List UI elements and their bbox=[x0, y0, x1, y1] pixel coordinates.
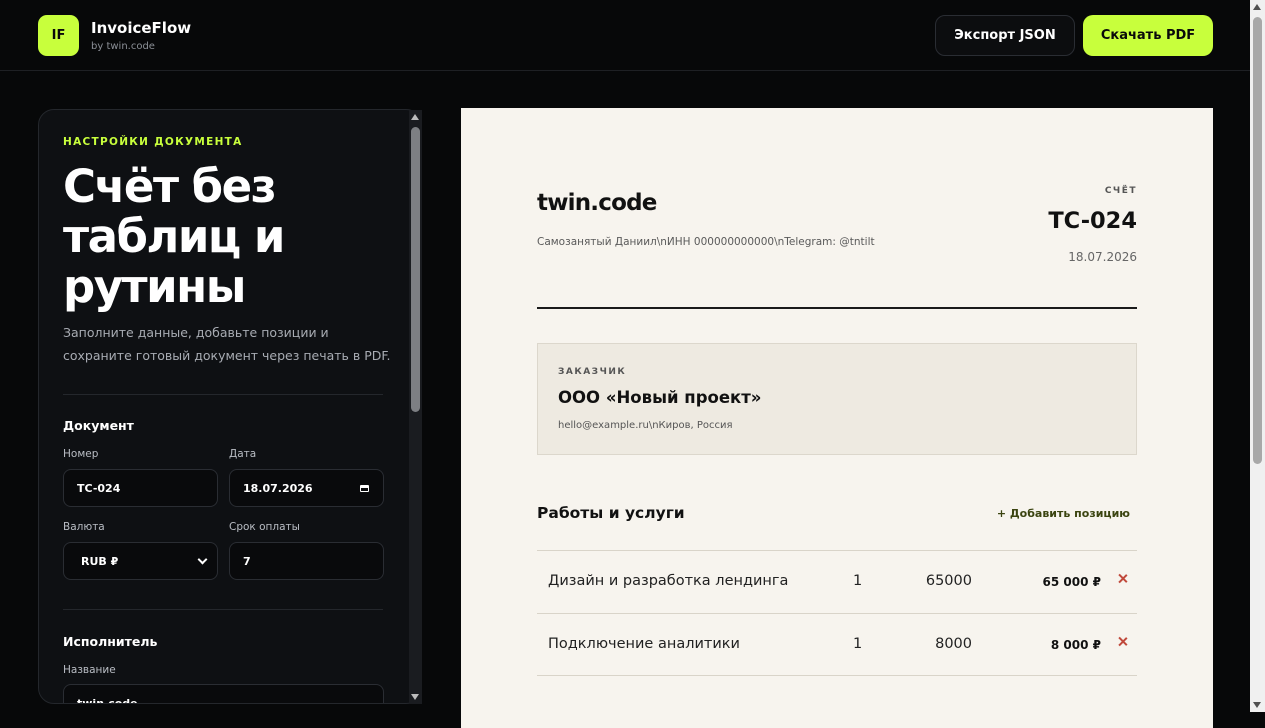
table-row: Подключение аналитики 1 8000 8 000 ₽ bbox=[537, 613, 1137, 676]
panel-scrollbar-thumb[interactable] bbox=[411, 127, 420, 412]
top-bar: IF InvoiceFlow by twin.code Экспорт JSON… bbox=[0, 0, 1250, 71]
works-title: Работы и услуги bbox=[537, 504, 685, 522]
panel-scroll-up-icon[interactable] bbox=[411, 114, 419, 120]
hero-title: Счёт без таблиц и рутины bbox=[63, 160, 285, 313]
invoice-divider bbox=[537, 307, 1137, 309]
item-total: 65 000 ₽ bbox=[1042, 575, 1101, 589]
item-price[interactable]: 8000 bbox=[935, 636, 972, 652]
item-price[interactable]: 65000 bbox=[926, 573, 972, 589]
settings-panel: НАСТРОЙКИ ДОКУМЕНТА Счёт без таблиц и ру… bbox=[38, 109, 422, 704]
executor-name-input[interactable]: twin.code bbox=[63, 684, 384, 703]
invoice-number: TC-024 bbox=[1048, 208, 1137, 234]
executor-name-label: Название bbox=[63, 664, 116, 676]
settings-panel-scrollbar[interactable] bbox=[409, 110, 422, 704]
app-logo: IF bbox=[38, 15, 79, 56]
download-pdf-button[interactable]: Скачать PDF bbox=[1083, 15, 1213, 56]
number-input[interactable]: TC-024 bbox=[63, 469, 218, 507]
app-subtitle: by twin.code bbox=[91, 41, 155, 52]
invoice-doc-label: СЧЁТ bbox=[1104, 186, 1137, 196]
payment-term-label: Срок оплаты bbox=[229, 521, 300, 533]
page-scrollbar-thumb[interactable] bbox=[1253, 17, 1262, 464]
client-card: ЗАКАЗЧИК ООО «Новый проект» hello@exampl… bbox=[537, 343, 1137, 455]
app-name: InvoiceFlow bbox=[91, 19, 192, 37]
invoice-date: 18.07.2026 bbox=[1068, 250, 1137, 264]
item-total: 8 000 ₽ bbox=[1050, 638, 1101, 652]
export-json-button[interactable]: Экспорт JSON bbox=[935, 15, 1075, 56]
hero-description: Заполните данные, добавьте позиции и сох… bbox=[63, 325, 391, 363]
settings-eyebrow: НАСТРОЙКИ ДОКУМЕНТА bbox=[63, 136, 243, 148]
executor-section-title: Исполнитель bbox=[63, 634, 158, 649]
item-qty[interactable]: 1 bbox=[853, 573, 862, 589]
date-label: Дата bbox=[229, 448, 257, 460]
payment-term-input[interactable]: 7 bbox=[229, 542, 384, 580]
item-qty[interactable]: 1 bbox=[853, 636, 862, 652]
number-label: Номер bbox=[63, 448, 99, 460]
date-value: 18.07.2026 bbox=[243, 481, 313, 495]
invoice-preview: twin.code Самозанятый Даниил\nИНН 000000… bbox=[461, 108, 1213, 728]
client-label: ЗАКАЗЧИК bbox=[558, 367, 627, 377]
delete-icon[interactable] bbox=[1117, 573, 1128, 584]
currency-value: RUB ₽ bbox=[81, 554, 119, 568]
client-contact: hello@example.ru\nКиров, Россия bbox=[558, 420, 733, 431]
chevron-down-icon[interactable] bbox=[197, 554, 208, 565]
calendar-icon[interactable] bbox=[360, 485, 369, 492]
issuer-details: Самозанятый Даниил\nИНН 000000000000\nTe… bbox=[537, 236, 875, 248]
scroll-up-arrow-icon[interactable] bbox=[1253, 4, 1261, 10]
scroll-down-arrow-icon[interactable] bbox=[1253, 702, 1261, 708]
date-input[interactable]: 18.07.2026 bbox=[229, 469, 384, 507]
currency-label: Валюта bbox=[63, 521, 105, 533]
document-section-title: Документ bbox=[63, 418, 134, 433]
panel-scroll-down-icon[interactable] bbox=[411, 694, 419, 700]
currency-select[interactable]: RUB ₽ bbox=[63, 542, 218, 580]
invoice-brand: twin.code bbox=[537, 190, 657, 216]
item-name[interactable]: Дизайн и разработка лендинга bbox=[548, 573, 788, 589]
table-row: Дизайн и разработка лендинга 1 65000 65 … bbox=[537, 550, 1137, 613]
page-scrollbar[interactable] bbox=[1250, 0, 1265, 712]
divider bbox=[63, 609, 383, 610]
item-name[interactable]: Подключение аналитики bbox=[548, 636, 740, 652]
divider bbox=[63, 394, 383, 395]
delete-icon[interactable] bbox=[1117, 636, 1128, 647]
client-name: ООО «Новый проект» bbox=[558, 388, 762, 407]
add-position-button[interactable]: + Добавить позицию bbox=[997, 507, 1130, 520]
